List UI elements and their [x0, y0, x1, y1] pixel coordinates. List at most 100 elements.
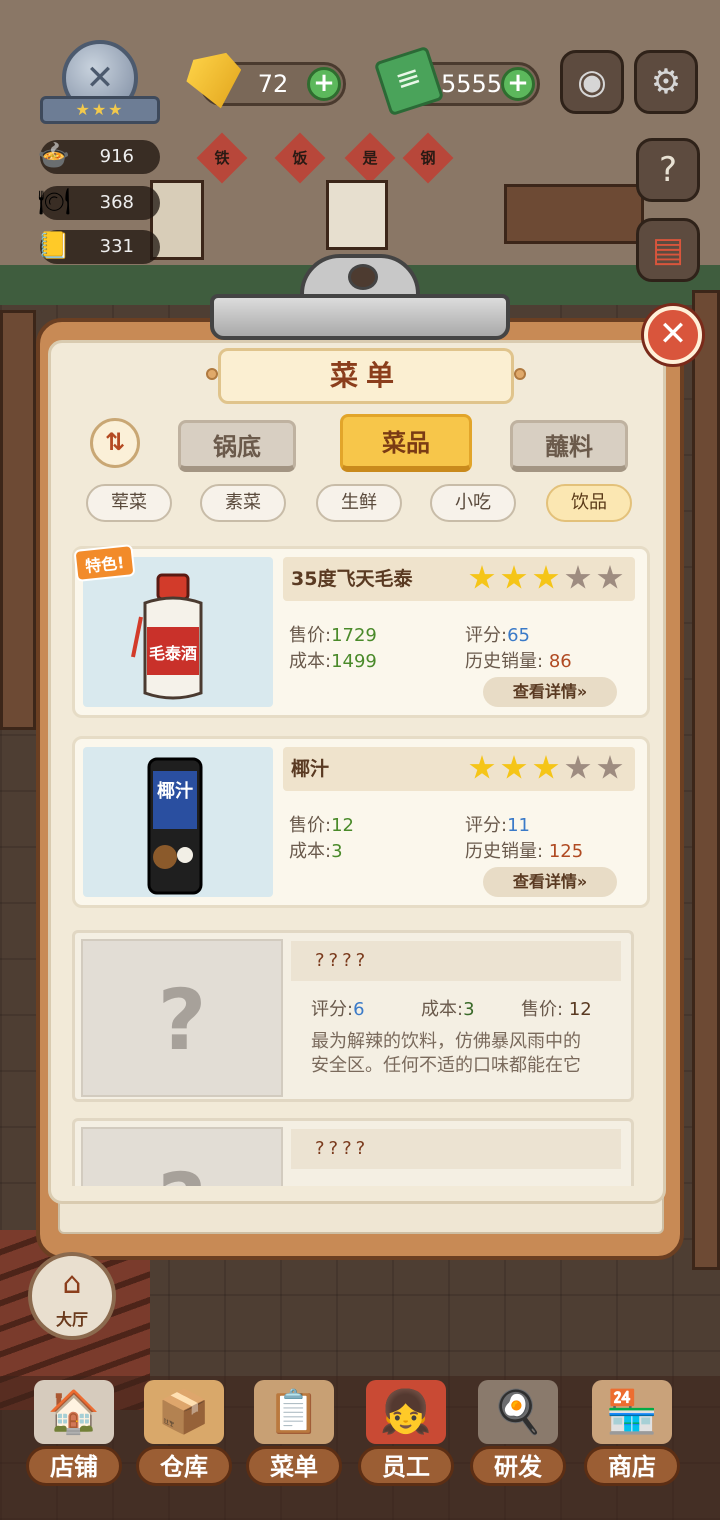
filter-vegetable[interactable]: 素菜 [200, 484, 286, 522]
price-field: 售价: 12 [521, 999, 592, 1020]
nav-staff[interactable]: 👧 员工 [358, 1380, 454, 1490]
rating-value: 65 [507, 625, 530, 646]
wall-poster [326, 180, 388, 250]
dish-icon: 🍽 [37, 187, 71, 217]
tab-soup-base[interactable]: 锅底 [178, 420, 296, 472]
price-value: 1729 [331, 625, 377, 646]
camera-button[interactable]: ◉ [560, 50, 624, 114]
camera-icon: ◉ [577, 62, 607, 102]
sales-field: 历史销量: 125 [465, 841, 584, 862]
filter-drinks[interactable]: 饮品 [546, 484, 632, 522]
rank-stars: ★★★ [40, 96, 160, 124]
star-icon [469, 565, 495, 589]
close-button[interactable]: ✕ [644, 306, 702, 364]
menu-icon: 📋 [254, 1380, 334, 1444]
star-rating [463, 755, 623, 785]
cost-field: 成本:3 [289, 841, 343, 862]
item-name: 35度飞天毛泰 [291, 568, 413, 590]
cash-counter: 5555 + [373, 45, 540, 117]
star-icon [501, 565, 527, 589]
side-wall [692, 290, 720, 1270]
question-mark-icon: ? [157, 971, 207, 1069]
item-name-bar: 椰汁 [283, 747, 635, 791]
add-gems-button[interactable]: + [307, 67, 341, 101]
rating-value: 11 [507, 815, 530, 836]
rating-field: 评分:65 [465, 625, 530, 646]
liquor-bottle-icon: 毛泰酒 [131, 573, 203, 700]
clipboard-clip [210, 254, 510, 340]
special-tag: 特色! [73, 543, 136, 583]
coconut-juice-can-icon: 椰汁 [147, 757, 203, 895]
star-icon [597, 755, 623, 779]
nav-research[interactable]: 🍳 研发 [470, 1380, 566, 1490]
gear-icon: ⚙ [650, 62, 682, 102]
menu-item-card[interactable]: 椰汁 椰汁 售价:12 成本:3 评分:11 历史销量: 125 查看详情» [72, 736, 650, 908]
description-line: 最为解辣的饮料，仿佛暴风雨中的 [311, 1031, 581, 1052]
cost-value: 3 [331, 841, 343, 862]
sales-value: 125 [548, 841, 584, 862]
banner-tile: 饭 [274, 132, 326, 184]
bottle-label: 毛泰酒 [149, 644, 197, 663]
star-icon [469, 755, 495, 779]
shop-icon: 🏠 [34, 1380, 114, 1444]
house-icon: ⌂ [62, 1266, 82, 1301]
price-field: 售价:12 [289, 815, 354, 836]
star-icon [597, 565, 623, 589]
cost-field: 成本:3 [421, 999, 475, 1020]
nav-warehouse[interactable]: 📦 仓库 [136, 1380, 232, 1490]
cost-field: 成本:1499 [289, 651, 377, 672]
book-icon: ? [658, 150, 678, 190]
view-details-button[interactable]: 查看详情» [483, 677, 617, 707]
cost-value: 1499 [331, 651, 377, 672]
settings-button[interactable]: ⚙ [634, 50, 698, 114]
item-name-bar: ???? [291, 941, 621, 981]
notebook-icon: ▤ [651, 230, 685, 270]
locked-item-card[interactable]: ? ???? 评分:6 成本:3 售价: 12 最为解辣的饮料，仿佛暴风雨中的 … [72, 930, 634, 1102]
window-frame [504, 184, 644, 244]
add-cash-button[interactable]: + [501, 67, 535, 101]
store-icon: 🏪 [592, 1380, 672, 1444]
star-icon [533, 565, 559, 589]
notebook-button[interactable]: ▤ [636, 218, 700, 282]
filter-fresh[interactable]: 生鲜 [316, 484, 402, 522]
nav-shop[interactable]: 🏠 店铺 [26, 1380, 122, 1490]
warehouse-icon: 📦 [144, 1380, 224, 1444]
locked-item-image: ? [81, 1127, 283, 1186]
item-name: ???? [315, 950, 370, 971]
rating-field: 评分:6 [311, 999, 365, 1020]
item-name: ???? [315, 1138, 370, 1159]
star-icon [501, 755, 527, 779]
banner-tile: 钢 [402, 132, 454, 184]
can-label: 椰汁 [157, 780, 193, 802]
menu-title-banner: 菜单 [206, 348, 526, 404]
star-icon [565, 565, 591, 589]
filter-snack[interactable]: 小吃 [430, 484, 516, 522]
staff-icon: 👧 [366, 1380, 446, 1444]
item-name-bar: 35度飞天毛泰 [283, 557, 635, 601]
locked-item-card[interactable]: ? ???? [72, 1118, 634, 1186]
gem-value: 72 [257, 70, 289, 98]
description-line: 安全区。任何不适的口味都能在它 [311, 1055, 581, 1076]
banner-tile: 是 [344, 132, 396, 184]
price-value: 12 [331, 815, 354, 836]
tab-dishes[interactable]: 菜品 [340, 414, 472, 472]
guide-book-button[interactable]: ? [636, 138, 700, 202]
filter-meat[interactable]: 荤菜 [86, 484, 172, 522]
nav-store[interactable]: 🏪 商店 [584, 1380, 680, 1490]
item-name-bar: ???? [291, 1129, 621, 1169]
gem-counter: 72 + [200, 62, 346, 106]
stat-dishes: 🍽 368 [37, 186, 160, 220]
menu-item-card[interactable]: 毛泰酒 特色! 35度飞天毛泰 售价:1729 成本:1499 评分:65 历史… [72, 543, 650, 718]
view-details-button[interactable]: 查看详情» [483, 867, 617, 897]
price-field: 售价:1729 [289, 625, 377, 646]
sort-button[interactable]: ⇅ [90, 418, 140, 468]
rating-value: 6 [353, 999, 365, 1020]
rank-emblem[interactable]: ✕ ★★★ [40, 40, 160, 130]
side-shelf [0, 310, 36, 730]
tab-dipping-sauce[interactable]: 蘸料 [510, 420, 628, 472]
nav-menu[interactable]: 📋 菜单 [246, 1380, 342, 1490]
item-image: 椰汁 [83, 747, 273, 897]
hall-button[interactable]: ⌂ 大厅 [28, 1252, 116, 1340]
research-icon: 🍳 [478, 1380, 558, 1444]
banner-tile: 铁 [196, 132, 248, 184]
